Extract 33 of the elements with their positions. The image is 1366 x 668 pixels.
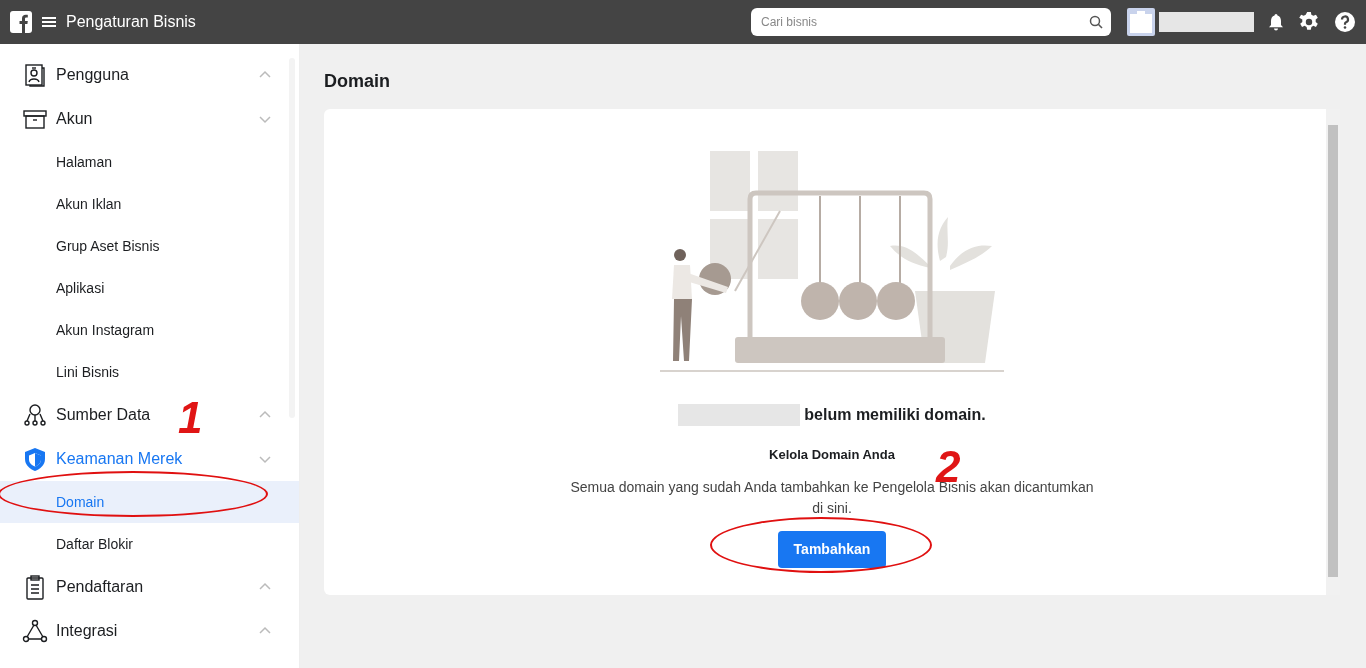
- sidebar-subitem[interactable]: Aplikasi: [0, 267, 299, 309]
- triangle-nodes-icon: [22, 618, 48, 644]
- empty-state-heading: belum memiliki domain.: [804, 405, 986, 425]
- sidebar-subitem[interactable]: Daftar Blokir: [0, 523, 299, 565]
- business-avatar-icon[interactable]: [1127, 8, 1155, 36]
- annotation-number: 1: [178, 396, 203, 440]
- logo-icon[interactable]: [10, 11, 32, 33]
- chevron-icon[interactable]: [259, 453, 271, 465]
- sidebar-subitem[interactable]: Lini Bisnis: [0, 351, 299, 393]
- add-button[interactable]: Tambahkan: [777, 530, 887, 568]
- menu-icon[interactable]: [42, 16, 56, 28]
- page-title: Domain: [324, 70, 391, 93]
- app-title: Pengaturan Bisnis: [66, 12, 196, 32]
- sidebar-subitem[interactable]: Akun Iklan: [0, 183, 299, 225]
- chevron-icon[interactable]: [259, 113, 271, 125]
- person-card-icon: [22, 62, 48, 88]
- settings-icon[interactable]: [1298, 11, 1320, 33]
- help-icon[interactable]: [1334, 11, 1356, 33]
- shield-icon: [22, 446, 48, 472]
- sidebar-item[interactable]: Akun: [56, 107, 93, 131]
- sidebar-item[interactable]: Sumber Data: [56, 403, 151, 427]
- sidebar-item[interactable]: Pengguna: [56, 63, 129, 87]
- sidebar-subitem[interactable]: Grup Aset Bisnis: [0, 225, 299, 267]
- sidebar-subitem[interactable]: Domain: [0, 481, 299, 523]
- sidebar-subitem[interactable]: Halaman: [0, 141, 299, 183]
- sidebar-item[interactable]: Integrasi: [56, 619, 118, 643]
- empty-state-subheading: Kelola Domain Anda: [769, 446, 895, 464]
- sidebar-subitem[interactable]: Akun Instagram: [0, 309, 299, 351]
- sidebar-item[interactable]: Pendaftaran: [56, 575, 144, 599]
- search-bar[interactable]: Cari bisnis: [751, 8, 1111, 36]
- network-icon: [22, 402, 48, 428]
- sidebar-item[interactable]: Keamanan Merek: [56, 447, 183, 471]
- search-icon[interactable]: [1089, 15, 1103, 29]
